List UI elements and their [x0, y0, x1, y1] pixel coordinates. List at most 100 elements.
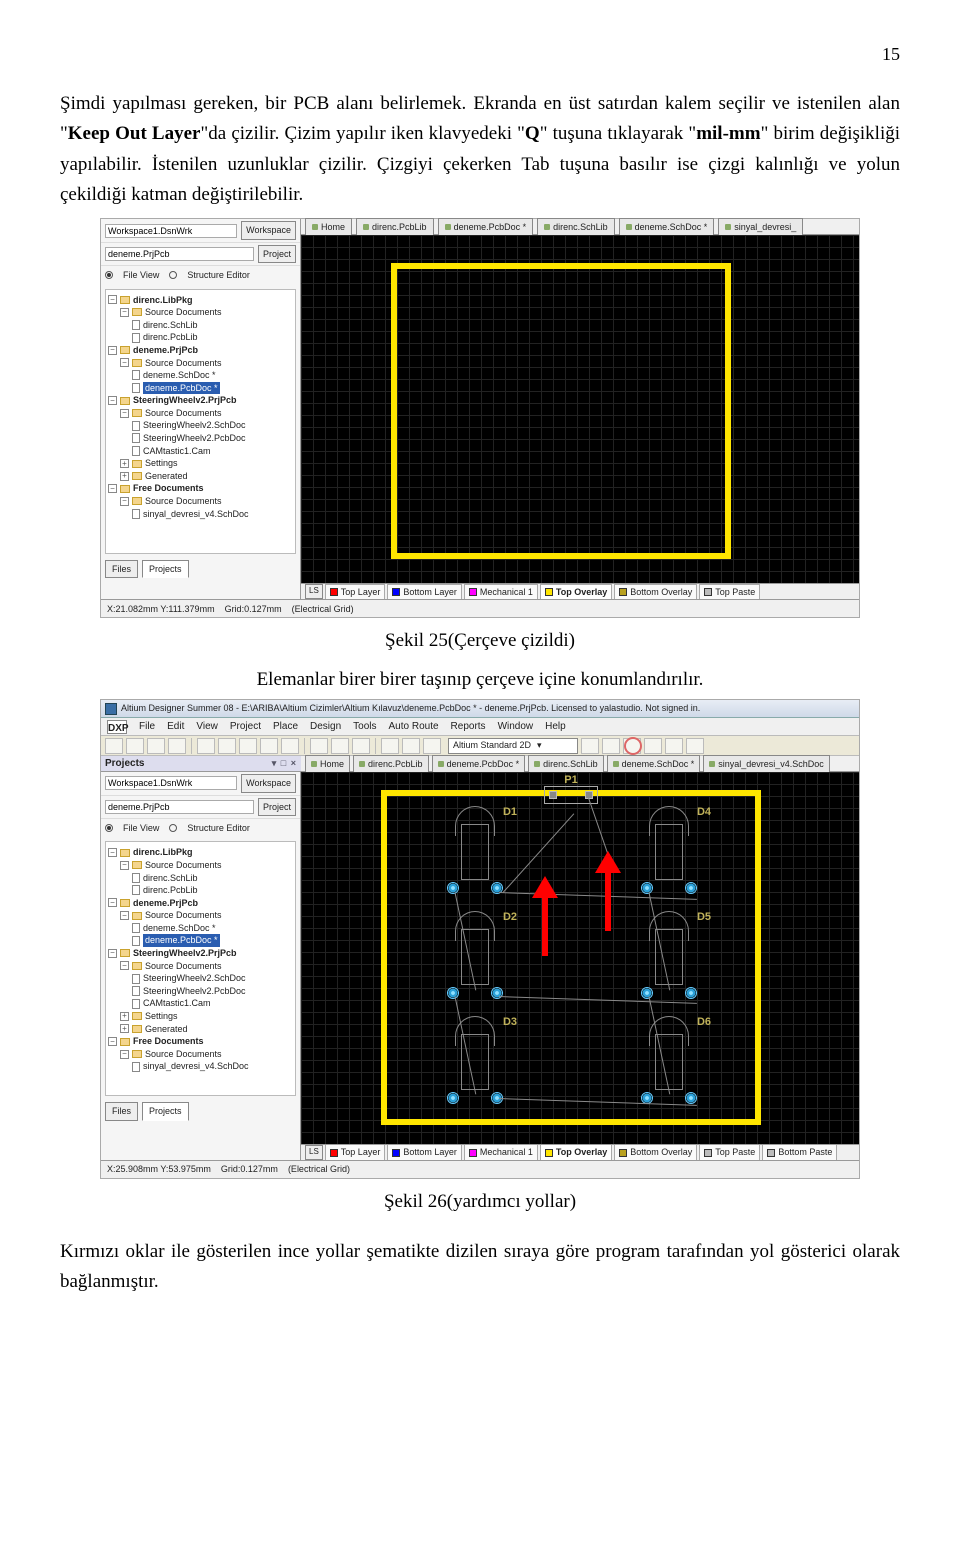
- tree-item-selected[interactable]: deneme.PcbDoc *: [143, 934, 220, 947]
- tree-source-docs[interactable]: Source Documents: [145, 306, 222, 319]
- tree-item[interactable]: direnc.SchLib: [143, 319, 198, 332]
- menu-reports[interactable]: Reports: [451, 719, 486, 735]
- menu-auto-route[interactable]: Auto Route: [389, 719, 439, 735]
- toolbar-button[interactable]: [239, 738, 257, 754]
- layer-top-overlay[interactable]: Top Overlay: [540, 1144, 612, 1160]
- component-d4[interactable]: D4: [639, 806, 699, 898]
- menu-design[interactable]: Design: [310, 719, 341, 735]
- expander-icon[interactable]: −: [108, 949, 117, 958]
- radio-file-view[interactable]: [105, 824, 113, 832]
- project-button[interactable]: Project: [258, 798, 296, 816]
- tree-item[interactable]: CAMtastic1.Cam: [143, 445, 211, 458]
- tree-item[interactable]: Source Documents: [145, 909, 222, 922]
- expander-icon[interactable]: −: [120, 1050, 129, 1059]
- panel-controls[interactable]: ▾ □ ×: [272, 756, 297, 770]
- tree-item[interactable]: sinyal_devresi_v4.SchDoc: [143, 1060, 249, 1073]
- toolbar-button[interactable]: [331, 738, 349, 754]
- expander-icon[interactable]: −: [120, 911, 129, 920]
- tab-sinyal[interactable]: sinyal_devresi_v4.SchDoc: [703, 755, 830, 772]
- toolbar-button[interactable]: [581, 738, 599, 754]
- layer-bottom[interactable]: Bottom Layer: [387, 584, 462, 600]
- sidebar-tab-projects[interactable]: Projects: [142, 1102, 189, 1120]
- tree-steering-prj[interactable]: SteeringWheelv2.PrjPcb: [133, 394, 237, 407]
- toolbar-button[interactable]: [168, 738, 186, 754]
- toolbar-button[interactable]: [126, 738, 144, 754]
- tree-item[interactable]: SteeringWheelv2.PcbDoc: [143, 432, 246, 445]
- tree-item-selected[interactable]: deneme.PcbDoc *: [143, 382, 220, 395]
- layer-top-paste[interactable]: Top Paste: [699, 584, 760, 600]
- project-combo[interactable]: [105, 800, 254, 814]
- ls-button[interactable]: LS: [305, 1145, 323, 1160]
- expander-icon[interactable]: +: [120, 472, 129, 481]
- menu-help[interactable]: Help: [545, 719, 566, 735]
- tree-item[interactable]: SteeringWheelv2.PcbDoc: [143, 985, 246, 998]
- tree-item[interactable]: deneme.SchDoc *: [143, 369, 216, 382]
- toolbar-button[interactable]: [602, 738, 620, 754]
- expander-icon[interactable]: −: [108, 396, 117, 405]
- expander-icon[interactable]: +: [120, 459, 129, 468]
- tree-item[interactable]: deneme.SchDoc *: [143, 922, 216, 935]
- tab-direnc-pcblib[interactable]: direnc.PcbLib: [353, 755, 429, 772]
- expander-icon[interactable]: −: [108, 295, 117, 304]
- workspace-combo[interactable]: [105, 224, 237, 238]
- tab-home[interactable]: Home: [305, 755, 350, 772]
- expander-icon[interactable]: −: [108, 1037, 117, 1046]
- menu-file[interactable]: File: [139, 719, 155, 735]
- layer-mech1[interactable]: Mechanical 1: [464, 1144, 538, 1160]
- toolbar-button[interactable]: [381, 738, 399, 754]
- tree-source-docs[interactable]: Source Documents: [145, 495, 222, 508]
- project-combo[interactable]: [105, 247, 254, 261]
- pcb-canvas[interactable]: [301, 235, 859, 583]
- expander-icon[interactable]: −: [108, 484, 117, 493]
- sidebar-tab-files[interactable]: Files: [105, 560, 138, 578]
- toolbar-button[interactable]: [218, 738, 236, 754]
- tree-deneme-prj[interactable]: deneme.PrjPcb: [133, 344, 198, 357]
- layer-top-overlay[interactable]: Top Overlay: [540, 584, 612, 600]
- tree-item[interactable]: direnc.SchLib: [143, 872, 198, 885]
- expander-icon[interactable]: −: [120, 861, 129, 870]
- tab-sinyal[interactable]: sinyal_devresi_: [718, 218, 803, 235]
- tree-item[interactable]: Settings: [145, 1010, 178, 1023]
- tree-item[interactable]: SteeringWheelv2.SchDoc: [143, 972, 246, 985]
- toolbar-button[interactable]: [423, 738, 441, 754]
- expander-icon[interactable]: +: [120, 1012, 129, 1021]
- menu-window[interactable]: Window: [498, 719, 534, 735]
- tree-item[interactable]: deneme.PrjPcb: [133, 897, 198, 910]
- toolbar-button[interactable]: [147, 738, 165, 754]
- layer-mech1[interactable]: Mechanical 1: [464, 584, 538, 600]
- menu-view[interactable]: View: [196, 719, 218, 735]
- tree-direnc-libpkg[interactable]: direnc.LibPkg: [133, 294, 193, 307]
- tree-item[interactable]: direnc.PcbLib: [143, 884, 198, 897]
- tab-deneme-schdoc[interactable]: deneme.SchDoc *: [619, 218, 715, 235]
- expander-icon[interactable]: +: [120, 1024, 129, 1033]
- workspace-button[interactable]: Workspace: [241, 774, 296, 792]
- radio-structure[interactable]: [169, 271, 177, 279]
- toolbar-button[interactable]: [644, 738, 662, 754]
- tab-deneme-pcbdoc[interactable]: deneme.PcbDoc *: [438, 218, 534, 235]
- toolbar-button[interactable]: [402, 738, 420, 754]
- toolbar-button[interactable]: [197, 738, 215, 754]
- expander-icon[interactable]: −: [108, 346, 117, 355]
- sidebar-tab-files[interactable]: Files: [105, 1102, 138, 1120]
- ls-button[interactable]: LS: [305, 584, 323, 599]
- menu-tools[interactable]: Tools: [353, 719, 376, 735]
- layer-top[interactable]: Top Layer: [325, 584, 386, 600]
- workspace-button[interactable]: Workspace: [241, 221, 296, 239]
- tree-free-docs[interactable]: Free Documents: [133, 482, 204, 495]
- tree-item[interactable]: Free Documents: [133, 1035, 204, 1048]
- project-button[interactable]: Project: [258, 245, 296, 263]
- tree-item[interactable]: Generated: [145, 1023, 188, 1036]
- radio-structure[interactable]: [169, 824, 177, 832]
- layer-bottom[interactable]: Bottom Layer: [387, 1144, 462, 1160]
- layer-top-paste[interactable]: Top Paste: [699, 1144, 760, 1160]
- project-tree[interactable]: −direnc.LibPkg −Source Documents direnc.…: [105, 841, 296, 1096]
- tree-item[interactable]: CAMtastic1.Cam: [143, 997, 211, 1010]
- tree-item[interactable]: sinyal_devresi_v4.SchDoc: [143, 508, 249, 521]
- toolbar-button[interactable]: [352, 738, 370, 754]
- menu-place[interactable]: Place: [273, 719, 298, 735]
- tab-deneme-schdoc[interactable]: deneme.SchDoc *: [607, 755, 701, 772]
- toolbar-button[interactable]: [105, 738, 123, 754]
- expander-icon[interactable]: −: [108, 898, 117, 907]
- tree-item[interactable]: SteeringWheelv2.PrjPcb: [133, 947, 237, 960]
- tree-item[interactable]: direnc.PcbLib: [143, 331, 198, 344]
